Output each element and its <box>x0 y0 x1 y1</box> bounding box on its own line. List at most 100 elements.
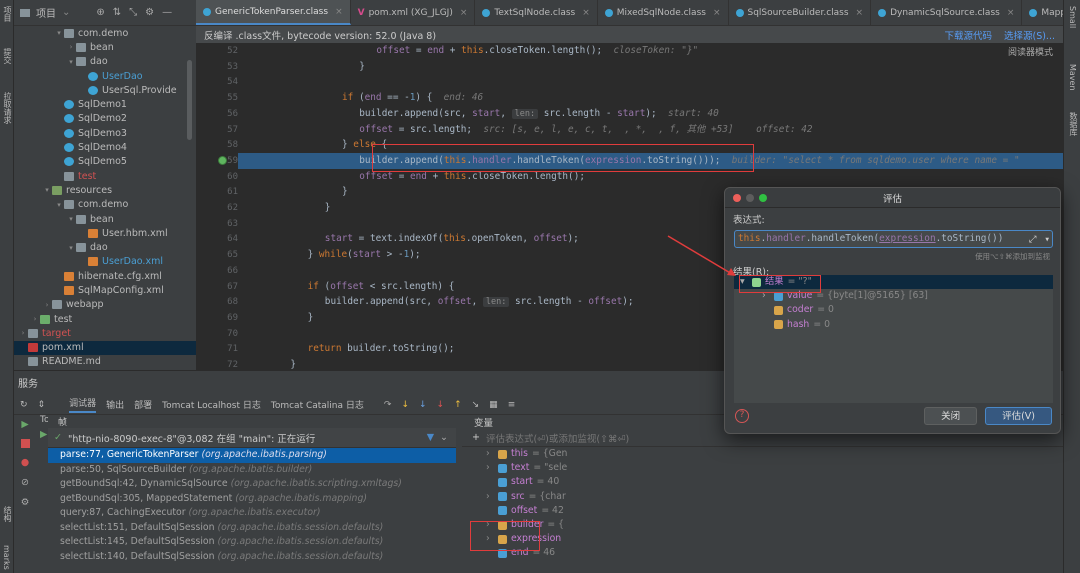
choose-sources-link[interactable]: 选择源(S)... <box>1004 28 1055 42</box>
expand-icon[interactable]: ⤡ <box>129 7 137 18</box>
download-sources-link[interactable]: 下载源代码 <box>944 28 992 42</box>
close-window-icon[interactable] <box>733 194 741 202</box>
tab-debugger[interactable]: 调试器 <box>69 396 97 413</box>
tree-arrow-icon[interactable]: ▾ <box>42 186 52 194</box>
plus-icon[interactable]: + <box>472 432 480 443</box>
tree-item[interactable]: SqlDemo5 <box>14 155 196 169</box>
tool-structure[interactable]: 结构 <box>2 506 13 522</box>
tree-item[interactable]: › target <box>14 326 196 340</box>
variable-row[interactable]: offset = 42 <box>462 504 1063 518</box>
tree-item[interactable]: UserDao.xml <box>14 255 196 269</box>
filter-icon[interactable]: ▼ <box>427 432 434 443</box>
stack-frame[interactable]: selectList:145, DefaultSqlSession (org.a… <box>48 535 456 550</box>
result-row[interactable]: ▾ 结果 = "?" <box>734 275 1053 290</box>
stack-frame[interactable]: parse:77, GenericTokenParser (org.apache… <box>48 448 456 463</box>
expand-arrow-icon[interactable]: › <box>762 289 770 303</box>
tree-item[interactable]: hibernate.cfg.xml <box>14 269 196 283</box>
help-icon[interactable]: ? <box>735 409 749 423</box>
tool-commit[interactable]: 提交 <box>2 48 13 64</box>
minimize-window-icon[interactable] <box>746 194 754 202</box>
expression-input[interactable]: this.handler.handleToken(expression.toSt… <box>734 230 1053 248</box>
editor-tab[interactable]: MixedSqlNode.class × <box>598 0 729 25</box>
tree-item[interactable]: ▾ com.demo <box>14 26 196 40</box>
close-tab-icon[interactable]: × <box>713 8 721 18</box>
expand-arrow-icon[interactable]: › <box>486 447 494 461</box>
dialog-titlebar[interactable]: 评估 <box>725 188 1060 208</box>
editor-tab[interactable]: TextSqlNode.class × <box>475 0 598 25</box>
tree-item[interactable]: ▾ com.demo <box>14 198 196 212</box>
chevron-down-icon[interactable]: ⌄ <box>440 432 448 443</box>
result-row[interactable]: coder = 0 <box>734 303 1053 317</box>
tree-arrow-icon[interactable]: › <box>66 43 76 51</box>
editor-tab[interactable]: DynamicSqlSource.class × <box>871 0 1023 25</box>
tree-item[interactable]: ▾ resources <box>14 183 196 197</box>
tree-item[interactable]: ▾ dao <box>14 240 196 254</box>
resume-icon[interactable]: ▶ <box>21 419 28 430</box>
close-button[interactable]: 关闭 <box>924 407 978 425</box>
expand-arrow-icon[interactable]: › <box>486 518 494 532</box>
expand-icon[interactable]: ⤢ <box>1029 232 1037 247</box>
tool-pull-requests[interactable]: 拉取请求 <box>2 92 13 124</box>
tool-database[interactable]: 数据库 <box>1068 112 1079 136</box>
reader-mode-toggle[interactable]: 阅读器模式 <box>1008 45 1053 58</box>
editor-tab[interactable]: GenericTokenParser.class × <box>196 0 351 25</box>
variable-row[interactable]: › src = {char <box>462 490 1063 504</box>
result-row[interactable]: hash = 0 <box>734 318 1053 332</box>
view-breakpoints-icon[interactable]: ● <box>21 457 29 468</box>
tree-item[interactable]: › bean <box>14 40 196 54</box>
tree-arrow-icon[interactable]: › <box>30 315 40 323</box>
tree-item[interactable]: UserSql.Provide <box>14 83 196 97</box>
zoom-window-icon[interactable] <box>759 194 767 202</box>
tree-arrow-icon[interactable]: › <box>42 301 52 309</box>
expand-arrow-icon[interactable]: › <box>486 490 494 504</box>
tree-item[interactable]: SqlDemo1 <box>14 97 196 111</box>
tree-item[interactable]: pom.xml <box>14 340 196 355</box>
editor-tab[interactable]: Vpom.xml (XG_JLGJ) × <box>351 0 476 25</box>
trace-icon[interactable]: ≡ <box>508 400 516 410</box>
tool-maven[interactable]: Maven <box>1068 64 1077 91</box>
minimize-icon[interactable]: — <box>162 7 172 18</box>
tab-deploy[interactable]: 部署 <box>134 398 152 411</box>
close-tab-icon[interactable]: × <box>1007 8 1015 18</box>
expand-arrow-icon[interactable]: › <box>486 532 494 546</box>
stop-icon[interactable] <box>20 439 30 448</box>
step-out-icon[interactable]: ↓ <box>437 400 445 410</box>
step-back-icon[interactable]: ↑ <box>454 400 462 410</box>
tree-arrow-icon[interactable]: ▾ <box>54 201 64 209</box>
tree-item[interactable]: SqlMapConfig.xml <box>14 283 196 297</box>
collapse-icon[interactable]: ⇅ <box>113 7 121 18</box>
force-step-into-icon[interactable]: ↓ <box>419 400 427 410</box>
stack-frame[interactable]: selectList:140, DefaultSqlSession (org.a… <box>48 550 456 565</box>
locate-icon[interactable]: ⊕ <box>96 7 104 18</box>
tree-item[interactable]: test <box>14 169 196 183</box>
stack-frame[interactable]: parse:50, SqlSourceBuilder (org.apache.i… <box>48 463 456 478</box>
variable-row[interactable]: end = 46 <box>462 546 1063 560</box>
run-to-cursor-icon[interactable]: ↘ <box>472 400 480 410</box>
evaluate-icon[interactable]: ▦ <box>489 400 498 410</box>
settings-icon[interactable]: ⚙ <box>21 497 30 508</box>
tree-arrow-icon[interactable]: ▾ <box>66 244 76 252</box>
tree-item[interactable]: SqlDemo2 <box>14 112 196 126</box>
tree-arrow-icon[interactable]: › <box>18 329 28 337</box>
variable-row[interactable]: › builder = { <box>462 518 1063 532</box>
editor-tab[interactable]: SqlSourceBuilder.class × <box>729 0 872 25</box>
stack-frame[interactable]: selectList:151, DefaultSqlSession (org.a… <box>48 521 456 536</box>
tree-arrow-icon[interactable]: ▾ <box>54 29 64 37</box>
evaluate-input[interactable]: 评估表达式(⏎)或添加监视(⇧⌘⏎) <box>486 431 629 445</box>
expand-all-icon[interactable]: ⇕ <box>38 400 46 410</box>
editor-tab[interactable]: MappedStatement.class× <box>1022 0 1063 25</box>
tree-item[interactable]: SqlDemo4 <box>14 140 196 154</box>
rerun-icon[interactable]: ↻ <box>20 400 28 410</box>
stack-frame[interactable]: getBoundSql:42, DynamicSqlSource (org.ap… <box>48 477 456 492</box>
tree-arrow-icon[interactable]: ▾ <box>66 58 76 66</box>
result-row[interactable]: › value = {byte[1]@5165} [63] <box>734 289 1053 303</box>
variable-row[interactable]: start = 40 <box>462 475 1063 489</box>
tree-item[interactable]: ▾ dao <box>14 55 196 69</box>
chevron-down-icon[interactable]: ⌄ <box>62 7 70 18</box>
close-tab-icon[interactable]: × <box>582 8 590 18</box>
tool-project[interactable]: 项目 <box>2 6 13 22</box>
tree-arrow-icon[interactable]: ▾ <box>66 215 76 223</box>
tree-item[interactable]: ▾ bean <box>14 212 196 226</box>
step-into-icon[interactable]: ↓ <box>401 400 409 410</box>
evaluate-button[interactable]: 评估(V) <box>985 407 1052 425</box>
